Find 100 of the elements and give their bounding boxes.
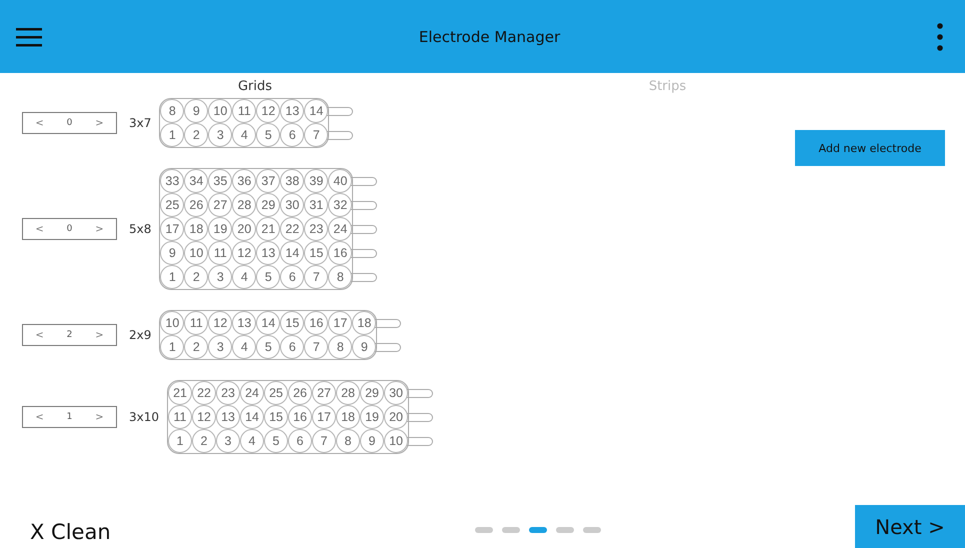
electrode-contact: 2 <box>184 335 208 359</box>
electrode-contact: 13 <box>216 405 240 429</box>
electrode-contact: 19 <box>208 217 232 241</box>
decrement-button[interactable]: < <box>33 224 46 234</box>
electrode-contact: 24 <box>240 381 264 405</box>
increment-button[interactable]: > <box>93 224 106 234</box>
electrode-contact: 20 <box>384 405 408 429</box>
electrode-contact: 18 <box>336 405 360 429</box>
increment-button[interactable]: > <box>93 330 106 340</box>
electrode-contact: 7 <box>304 265 328 289</box>
electrode-contact: 40 <box>328 169 352 193</box>
electrode-contact: 15 <box>304 241 328 265</box>
electrode-contact: 13 <box>256 241 280 265</box>
electrode-contact: 1 <box>160 123 184 147</box>
electrode-contact: 5 <box>256 335 280 359</box>
electrode-contact: 4 <box>232 265 256 289</box>
electrode-contact: 8 <box>336 429 360 453</box>
number-stepper[interactable]: < 0 > <box>22 218 117 240</box>
electrode-contact: 12 <box>192 405 216 429</box>
electrode-contact: 36 <box>232 169 256 193</box>
electrode-contact: 7 <box>312 429 336 453</box>
electrode-contact: 1 <box>160 265 184 289</box>
stepper-value: 2 <box>66 330 72 340</box>
electrode-contact: 1 <box>160 335 184 359</box>
grid-size-label: 3x10 <box>129 410 160 424</box>
add-electrode-button[interactable]: Add new electrode <box>795 130 945 166</box>
electrode-contact: 14 <box>240 405 264 429</box>
electrode-contact: 5 <box>256 123 280 147</box>
electrode-contact: 11 <box>232 99 256 123</box>
electrode-contact: 8 <box>160 99 184 123</box>
electrode-contact: 29 <box>256 193 280 217</box>
electrode-contact: 22 <box>280 217 304 241</box>
electrode-contact: 6 <box>288 429 312 453</box>
electrode-contact: 37 <box>256 169 280 193</box>
electrode-contact: 14 <box>304 99 328 123</box>
electrode-contact: 15 <box>264 405 288 429</box>
electrode-contact: 15 <box>280 311 304 335</box>
electrode-contact: 3 <box>208 265 232 289</box>
next-button[interactable]: Next > <box>854 505 965 548</box>
increment-button[interactable]: > <box>93 118 106 128</box>
electrode-contact: 3 <box>208 123 232 147</box>
electrode-contact: 25 <box>264 381 288 405</box>
electrode-contact: 20 <box>232 217 256 241</box>
stepper-value: 0 <box>66 224 72 234</box>
decrement-button[interactable]: < <box>33 330 46 340</box>
decrement-button[interactable]: < <box>33 412 46 422</box>
electrode-contact: 3 <box>208 335 232 359</box>
electrode-contact: 27 <box>208 193 232 217</box>
number-stepper[interactable]: < 0 > <box>22 112 117 134</box>
electrode-contact: 19 <box>360 405 384 429</box>
electrode-contact: 3 <box>216 429 240 453</box>
electrode-contact: 7 <box>304 123 328 147</box>
electrode-contact: 7 <box>304 335 328 359</box>
stepper-value: 1 <box>66 412 72 422</box>
electrode-contact: 10 <box>208 99 232 123</box>
electrode-contact: 9 <box>360 429 384 453</box>
number-stepper[interactable]: < 2 > <box>22 324 117 346</box>
electrode-contact: 11 <box>168 405 192 429</box>
electrode-contact: 23 <box>216 381 240 405</box>
electrode-contact: 26 <box>288 381 312 405</box>
electrode-contact: 35 <box>208 169 232 193</box>
electrode-contact: 11 <box>184 311 208 335</box>
tab[interactable]: Grids <box>238 73 272 94</box>
electrode-contact: 22 <box>192 381 216 405</box>
electrode-contact: 28 <box>232 193 256 217</box>
electrode-contact: 38 <box>280 169 304 193</box>
electrode-contact: 8 <box>328 265 352 289</box>
clean-button[interactable]: X Clean <box>0 520 111 548</box>
decrement-button[interactable]: < <box>33 118 46 128</box>
electrode-contact: 2 <box>192 429 216 453</box>
electrode-contact: 16 <box>328 241 352 265</box>
electrode-contact: 14 <box>256 311 280 335</box>
electrode-contact: 9 <box>160 241 184 265</box>
electrode-contact: 17 <box>160 217 184 241</box>
electrode-contact: 2 <box>184 123 208 147</box>
grid-size-label: 3x7 <box>129 116 152 130</box>
electrode-contact: 21 <box>168 381 192 405</box>
electrode-contact: 17 <box>328 311 352 335</box>
grid-size-label: 2x9 <box>129 328 152 342</box>
number-stepper[interactable]: < 1 > <box>22 406 117 428</box>
electrode-contact: 25 <box>160 193 184 217</box>
electrode-contact: 14 <box>280 241 304 265</box>
electrode-contact: 29 <box>360 381 384 405</box>
app-title: Electrode Manager <box>418 28 560 46</box>
electrode-contact: 12 <box>256 99 280 123</box>
electrode-contact: 1 <box>168 429 192 453</box>
electrode-contact: 4 <box>240 429 264 453</box>
electrode-contact: 2 <box>184 265 208 289</box>
electrode-contact: 5 <box>264 429 288 453</box>
electrode-contact: 27 <box>312 381 336 405</box>
electrode-contact: 9 <box>352 335 376 359</box>
electrode-contact: 6 <box>280 335 304 359</box>
electrode-contact: 11 <box>208 241 232 265</box>
increment-button[interactable]: > <box>93 412 106 422</box>
electrode-contact: 31 <box>304 193 328 217</box>
electrode-contact: 10 <box>160 311 184 335</box>
electrode-contact: 9 <box>184 99 208 123</box>
electrode-contact: 18 <box>184 217 208 241</box>
electrode-contact: 6 <box>280 265 304 289</box>
electrode-contact: 10 <box>384 429 408 453</box>
